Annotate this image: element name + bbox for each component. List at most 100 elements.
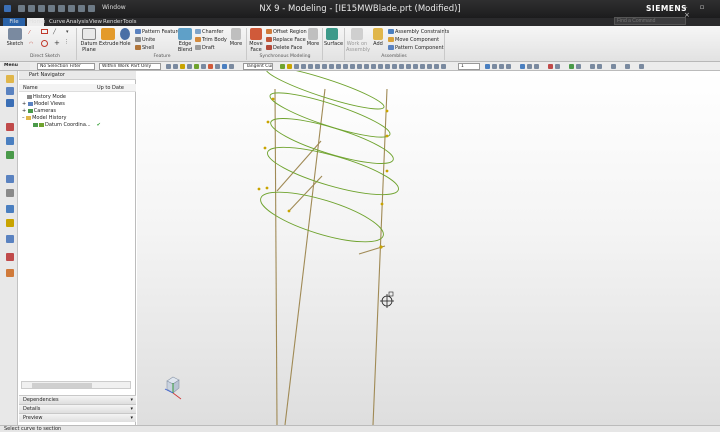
offset-region-button[interactable]: Offset Region bbox=[266, 29, 307, 35]
system-scenes-icon[interactable] bbox=[6, 253, 14, 261]
fit-icon[interactable] bbox=[485, 64, 490, 69]
point-tool-icon[interactable]: + bbox=[54, 39, 60, 47]
draft-button[interactable]: Draft bbox=[195, 45, 215, 51]
reuse-library-icon[interactable] bbox=[6, 123, 14, 131]
web-browser-icon[interactable] bbox=[6, 151, 14, 159]
sync-more-button[interactable]: More bbox=[305, 28, 321, 47]
tree-item-history-mode[interactable]: History Mode bbox=[27, 94, 66, 100]
datum-plane-button[interactable]: Datum Plane bbox=[80, 28, 98, 53]
info-icon[interactable] bbox=[427, 64, 432, 69]
assembly-constraints-button[interactable]: Assembly Constraints bbox=[388, 29, 449, 35]
body-icon[interactable] bbox=[208, 64, 213, 69]
sketch-button[interactable]: Sketch bbox=[6, 28, 24, 47]
select-all-icon[interactable] bbox=[173, 64, 178, 69]
circle-tool-icon[interactable] bbox=[41, 40, 48, 47]
curve-rule-dropdown[interactable]: Tangent Curves bbox=[243, 63, 273, 70]
manufacturing-wizards-icon[interactable] bbox=[6, 219, 14, 227]
angle-icon[interactable] bbox=[399, 64, 404, 69]
tree-item-datum-coordinate-system[interactable]: Datum Coordina... ✔ bbox=[33, 122, 101, 128]
snap-off-icon[interactable] bbox=[350, 64, 355, 69]
orient-view-icon[interactable] bbox=[520, 64, 525, 69]
pattern-feature-button[interactable]: Pattern Feature bbox=[135, 29, 180, 35]
column-name[interactable]: Name bbox=[23, 85, 38, 91]
perpendicular-icon[interactable] bbox=[364, 64, 369, 69]
feature-icon[interactable] bbox=[222, 64, 227, 69]
selection-filter-dropdown[interactable]: No Selection Filter bbox=[37, 63, 95, 70]
polyline-tool-icon[interactable]: ╱ bbox=[53, 29, 56, 35]
column-up-to-date[interactable]: Up to Date bbox=[97, 85, 124, 91]
existing-point-icon[interactable] bbox=[322, 64, 327, 69]
system-materials-icon[interactable] bbox=[6, 189, 14, 197]
part-navigator-icon[interactable] bbox=[6, 99, 14, 107]
delete-face-button[interactable]: Delete Face bbox=[266, 45, 302, 51]
tree-item-model-views[interactable]: + Model Views bbox=[22, 101, 65, 107]
edge-blend-button[interactable]: Edge Blend bbox=[176, 28, 194, 53]
edge-icon[interactable] bbox=[215, 64, 220, 69]
curve-icon[interactable] bbox=[194, 64, 199, 69]
show-icon[interactable] bbox=[597, 64, 602, 69]
search-input[interactable] bbox=[614, 17, 686, 25]
face-icon[interactable] bbox=[201, 64, 206, 69]
hd3d-tools-icon[interactable] bbox=[6, 137, 14, 145]
menu-button[interactable]: Menu bbox=[2, 63, 30, 70]
selection-scope-dropdown[interactable]: Within Work Part Only bbox=[99, 63, 161, 70]
move-face-button[interactable]: Move Face bbox=[248, 28, 264, 53]
point-on-face-icon[interactable] bbox=[336, 64, 341, 69]
finish-sketch-icon[interactable]: ▾ bbox=[66, 29, 69, 35]
rotate-icon[interactable] bbox=[506, 64, 511, 69]
graphics-window[interactable] bbox=[137, 71, 720, 425]
tab-tools[interactable]: Tools bbox=[121, 18, 139, 26]
radius-icon[interactable] bbox=[406, 64, 411, 69]
color-icon[interactable] bbox=[625, 64, 630, 69]
roles-icon[interactable] bbox=[6, 235, 14, 243]
trim-body-button[interactable]: Trim Body bbox=[195, 37, 227, 43]
replace-face-button[interactable]: Replace Face bbox=[266, 37, 306, 43]
component-icon[interactable] bbox=[229, 64, 234, 69]
customize-icon[interactable] bbox=[639, 64, 644, 69]
unite-button[interactable]: Unite bbox=[135, 37, 155, 43]
tree-item-cameras[interactable]: + Cameras bbox=[22, 108, 56, 114]
parallel-icon[interactable] bbox=[371, 64, 376, 69]
arc-center-icon[interactable] bbox=[308, 64, 313, 69]
section-dependencies[interactable]: Dependencies ▾ bbox=[19, 395, 136, 404]
zoom-icon[interactable] bbox=[492, 64, 497, 69]
more-curves-icon[interactable]: ⋮ bbox=[64, 39, 69, 45]
surface-button[interactable]: Surface bbox=[324, 28, 343, 47]
quadrant-icon[interactable] bbox=[315, 64, 320, 69]
add-component-button[interactable]: Add bbox=[371, 28, 385, 47]
tangent-icon[interactable] bbox=[357, 64, 362, 69]
clip-icon[interactable] bbox=[555, 64, 560, 69]
bounded-grid-icon[interactable] bbox=[343, 64, 348, 69]
tree-item-model-history[interactable]: – Model History bbox=[22, 115, 66, 121]
pattern-component-button[interactable]: Pattern Component bbox=[388, 45, 444, 51]
constraint-navigator-icon[interactable] bbox=[6, 87, 14, 95]
palette-icon[interactable] bbox=[6, 269, 14, 277]
snap-icon[interactable] bbox=[180, 64, 185, 69]
layer-icon[interactable] bbox=[441, 64, 446, 69]
move-wcs-icon[interactable] bbox=[576, 64, 581, 69]
window-controls[interactable]: – ▫ × bbox=[684, 3, 720, 19]
render-style-icon[interactable] bbox=[527, 64, 532, 69]
annotation-icon[interactable] bbox=[420, 64, 425, 69]
hole-button[interactable]: Hole bbox=[118, 28, 132, 47]
diameter-icon[interactable] bbox=[413, 64, 418, 69]
tab-home[interactable]: Home bbox=[27, 18, 45, 26]
section-view-icon[interactable] bbox=[548, 64, 553, 69]
process-studio-icon[interactable] bbox=[6, 205, 14, 213]
horizontal-icon[interactable] bbox=[378, 64, 383, 69]
tab-file[interactable]: File bbox=[3, 18, 25, 26]
model-geometry[interactable] bbox=[137, 71, 720, 425]
rectangle-tool-icon[interactable] bbox=[41, 29, 48, 34]
wcs-icon[interactable] bbox=[569, 64, 574, 69]
section-details[interactable]: Details ▾ bbox=[19, 404, 136, 413]
control-point-icon[interactable] bbox=[294, 64, 299, 69]
assembly-navigator-icon[interactable] bbox=[6, 75, 14, 83]
work-layer-dropdown[interactable]: 1 bbox=[458, 63, 480, 70]
extrude-button[interactable]: Extrude bbox=[99, 28, 119, 47]
distance-icon[interactable] bbox=[392, 64, 397, 69]
measure-icon[interactable] bbox=[434, 64, 439, 69]
pan-icon[interactable] bbox=[499, 64, 504, 69]
feature-more-button[interactable]: More bbox=[228, 28, 244, 47]
point-on-curve-icon[interactable] bbox=[329, 64, 334, 69]
hide-icon[interactable] bbox=[590, 64, 595, 69]
